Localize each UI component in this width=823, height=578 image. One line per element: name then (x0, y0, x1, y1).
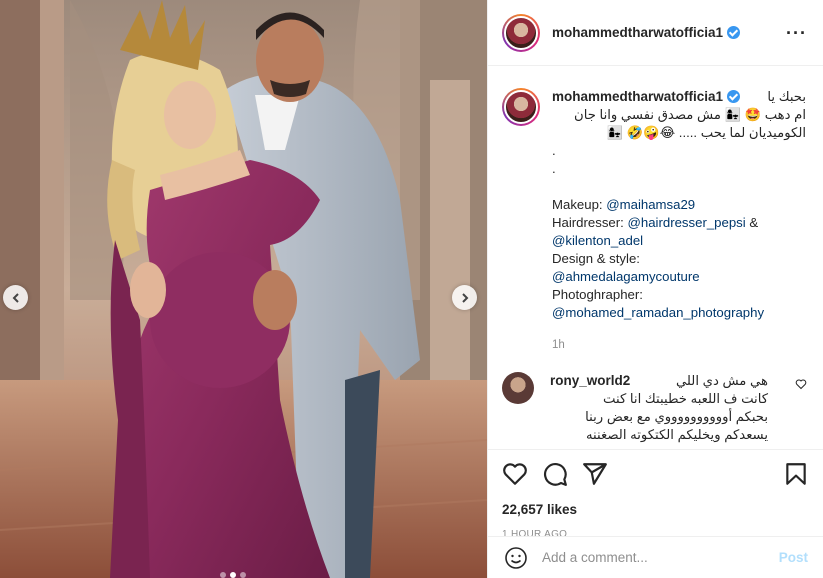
verified-badge-icon (727, 90, 741, 103)
credit-line: Photoghrapher: (552, 286, 806, 304)
comment-username[interactable]: rony_world2 (550, 373, 630, 388)
credit-label: Design & style: (552, 251, 640, 266)
caption-line: الكوميديان لما يحب ..... 😂🤪🤣 👩‍👧 (606, 125, 806, 140)
couple-photo-illustration (0, 0, 487, 578)
comment-icon[interactable] (542, 461, 568, 487)
credit-label: Makeup: (552, 197, 607, 212)
carousel-dots (220, 572, 246, 578)
caption-avatar[interactable] (502, 88, 540, 126)
caption-line: ام دهب 🤩 👩‍👧 مش مصدق نفسي وانا جان (574, 107, 806, 122)
credit-label: Photoghrapher: (552, 287, 643, 302)
next-photo-button[interactable] (452, 285, 477, 310)
comment-item: rony_world2 هي مش دي اللي كانت ف اللعبه … (502, 372, 807, 444)
credit-line: Hairdresser: @hairdresser_pepsi & (552, 214, 806, 232)
mention-link[interactable]: @ahmedalagamycouture (552, 269, 700, 284)
credit-suffix: & (745, 215, 759, 230)
previous-photo-button[interactable] (3, 285, 28, 310)
credit-line: Makeup: @maihamsa29 (552, 196, 806, 214)
chevron-right-icon (461, 292, 468, 303)
caption-timestamp[interactable]: 1h (552, 336, 806, 354)
bookmark-icon[interactable] (783, 461, 809, 487)
carousel-dot (240, 572, 246, 578)
header-username[interactable]: mohammedtharwatofficia1 (552, 25, 723, 40)
action-icons (502, 460, 809, 488)
caption-body: mohammedtharwatofficia1 بحبك يا ام دهب 🤩… (552, 88, 806, 354)
comment-input[interactable] (542, 550, 779, 565)
mention-link[interactable]: @mohamed_ramadan_photography (552, 305, 764, 320)
credit-label: Hairdresser: (552, 215, 628, 230)
verified-badge-icon (727, 26, 741, 39)
carousel-dot (230, 572, 236, 578)
credit-line: @ahmedalagamycouture (552, 268, 806, 286)
credit-line: Design & style: (552, 250, 806, 268)
comment-avatar[interactable] (502, 372, 534, 404)
post-photo[interactable] (0, 0, 487, 578)
avatar[interactable] (502, 13, 540, 52)
comment-line: هي مش دي اللي (675, 373, 768, 388)
comments-area[interactable]: mohammedtharwatofficia1 بحبك يا ام دهب 🤩… (488, 66, 823, 449)
comment-line: كانت ف اللعبه خطيبتك انا كنت (603, 391, 768, 406)
post-comment-button[interactable]: Post (779, 550, 808, 565)
more-options-icon[interactable]: ··· (786, 24, 807, 42)
caption-line: بحبك يا (767, 89, 806, 104)
heart-icon[interactable] (502, 461, 528, 487)
comment-line: يسعدكم ويخليكم الكتكوته الصغننه (585, 427, 768, 442)
comment-line: بحبكم أووووووووووي مع بعض ربنا (585, 409, 768, 424)
carousel-dot (220, 572, 226, 578)
emoji-icon[interactable] (504, 546, 528, 570)
likes-count[interactable]: 22,657 likes (502, 502, 809, 517)
credit-line: @mohamed_ramadan_photography (552, 304, 806, 322)
caption-dot: . (552, 161, 556, 176)
comment-body: rony_world2 هي مش دي اللي كانت ف اللعبه … (550, 372, 768, 444)
mention-link[interactable]: @kilenton_adel (552, 233, 643, 248)
caption-username[interactable]: mohammedtharwatofficia1 (552, 89, 723, 104)
mention-link[interactable]: @maihamsa29 (606, 197, 695, 212)
instagram-post: mohammedtharwatofficia1 ··· mohammedthar… (0, 0, 823, 578)
post-header: mohammedtharwatofficia1 ··· (488, 0, 823, 66)
caption-dot: . (552, 143, 556, 158)
share-icon[interactable] (582, 461, 608, 487)
chevron-left-icon (12, 292, 19, 303)
caption: mohammedtharwatofficia1 بحبك يا ام دهب 🤩… (502, 88, 807, 354)
credit-line: @kilenton_adel (552, 232, 806, 250)
mention-link[interactable]: @hairdresser_pepsi (627, 215, 745, 230)
post-side-panel: mohammedtharwatofficia1 ··· mohammedthar… (487, 0, 823, 578)
add-comment-bar: Post (488, 536, 823, 578)
like-comment-heart-icon[interactable] (795, 378, 807, 390)
